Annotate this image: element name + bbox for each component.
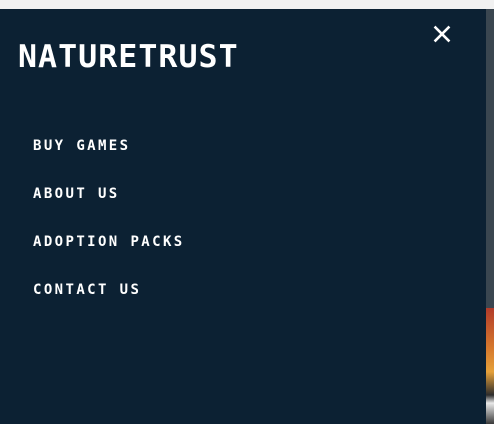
nav-link-buy-games[interactable]: BUY GAMES	[33, 138, 130, 154]
page-top-strip	[0, 0, 494, 9]
nav-item-about-us: ABOUT US	[33, 170, 185, 218]
navigation-drawer: NATURETRUST BUY GAMES ABOUT US ADOPTION …	[0, 9, 486, 424]
nav-link-about-us[interactable]: ABOUT US	[33, 186, 120, 202]
nav-menu: BUY GAMES ABOUT US ADOPTION PACKS CONTAC…	[33, 122, 185, 314]
nav-link-contact-us[interactable]: CONTACT US	[33, 282, 141, 298]
underlying-page-image	[486, 308, 494, 424]
brand-logo[interactable]: NATURETRUST	[18, 36, 239, 78]
close-icon	[433, 25, 451, 43]
nav-item-contact-us: CONTACT US	[33, 266, 185, 314]
close-menu-button[interactable]	[428, 23, 456, 45]
page: NATURETRUST BUY GAMES ABOUT US ADOPTION …	[0, 0, 494, 424]
nav-link-adoption-packs[interactable]: ADOPTION PACKS	[33, 234, 185, 250]
nav-item-adoption-packs: ADOPTION PACKS	[33, 218, 185, 266]
nav-item-buy-games: BUY GAMES	[33, 122, 185, 170]
